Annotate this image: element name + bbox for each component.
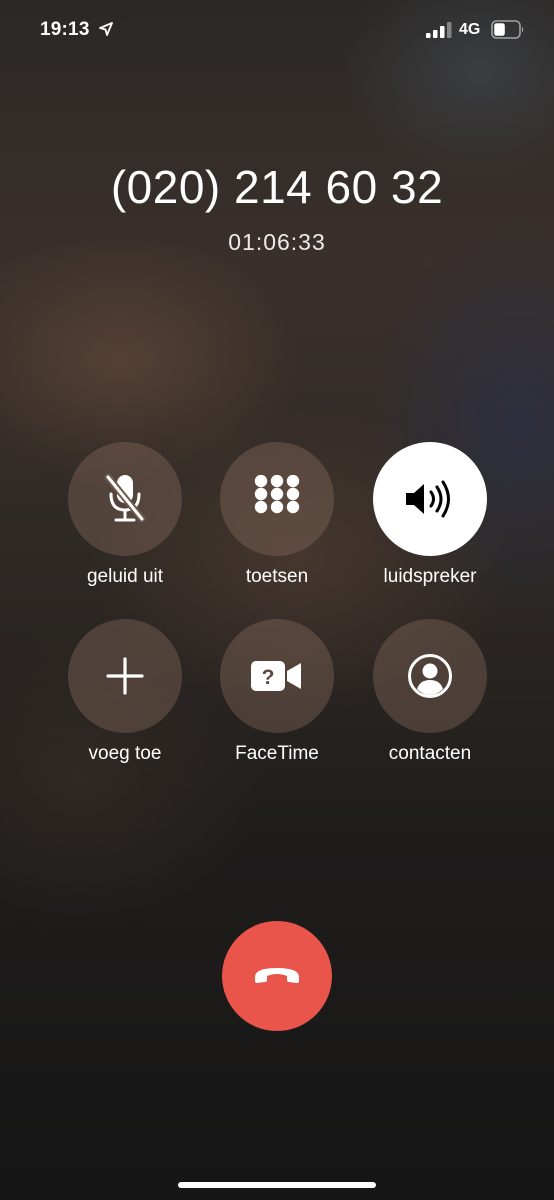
network-type: 4G [459, 21, 481, 38]
contacts-label: contacten [388, 743, 472, 764]
mute-label: geluid uit [86, 566, 164, 587]
phone-hangup-icon [255, 968, 299, 983]
svg-text:?: ? [262, 666, 275, 689]
speaker-icon [406, 480, 450, 518]
keypad-button[interactable]: toetsen [201, 442, 353, 602]
mute-button[interactable]: geluid uit [49, 442, 201, 602]
facetime-circle[interactable]: ? [220, 619, 334, 733]
facetime-icon: ? [251, 661, 301, 691]
caller-number: (020) 214 60 32 [110, 161, 444, 213]
plus-icon [106, 657, 144, 695]
cellular-signal-icon [426, 22, 452, 38]
location-arrow-icon [99, 22, 113, 36]
contacts-circle[interactable] [373, 619, 487, 733]
contact-icon [408, 654, 452, 698]
mute-circle[interactable] [68, 442, 182, 556]
keypad-circle[interactable] [220, 442, 334, 556]
status-bar: 19:13 4G [0, 0, 554, 60]
contacts-button[interactable]: contacten [354, 619, 506, 779]
facetime-button[interactable]: ? FaceTime [201, 619, 353, 779]
add-call-label: voeg toe [88, 743, 162, 764]
end-call-button[interactable] [222, 921, 332, 1031]
facetime-label: FaceTime [235, 743, 319, 764]
home-indicator[interactable] [178, 1182, 376, 1188]
speaker-label: luidspreker [383, 566, 477, 587]
speaker-button[interactable]: luidspreker [354, 442, 506, 602]
add-call-circle[interactable] [68, 619, 182, 733]
status-time: 19:13 [40, 19, 90, 40]
call-duration: 01:06:33 [228, 229, 326, 255]
keypad-icon [254, 475, 300, 514]
speaker-circle[interactable] [373, 442, 487, 556]
add-call-button[interactable]: voeg toe [49, 619, 201, 779]
microphone-muted-icon [104, 473, 146, 523]
keypad-label: toetsen [245, 566, 309, 587]
battery-icon [491, 20, 524, 39]
battery-level [494, 23, 505, 36]
